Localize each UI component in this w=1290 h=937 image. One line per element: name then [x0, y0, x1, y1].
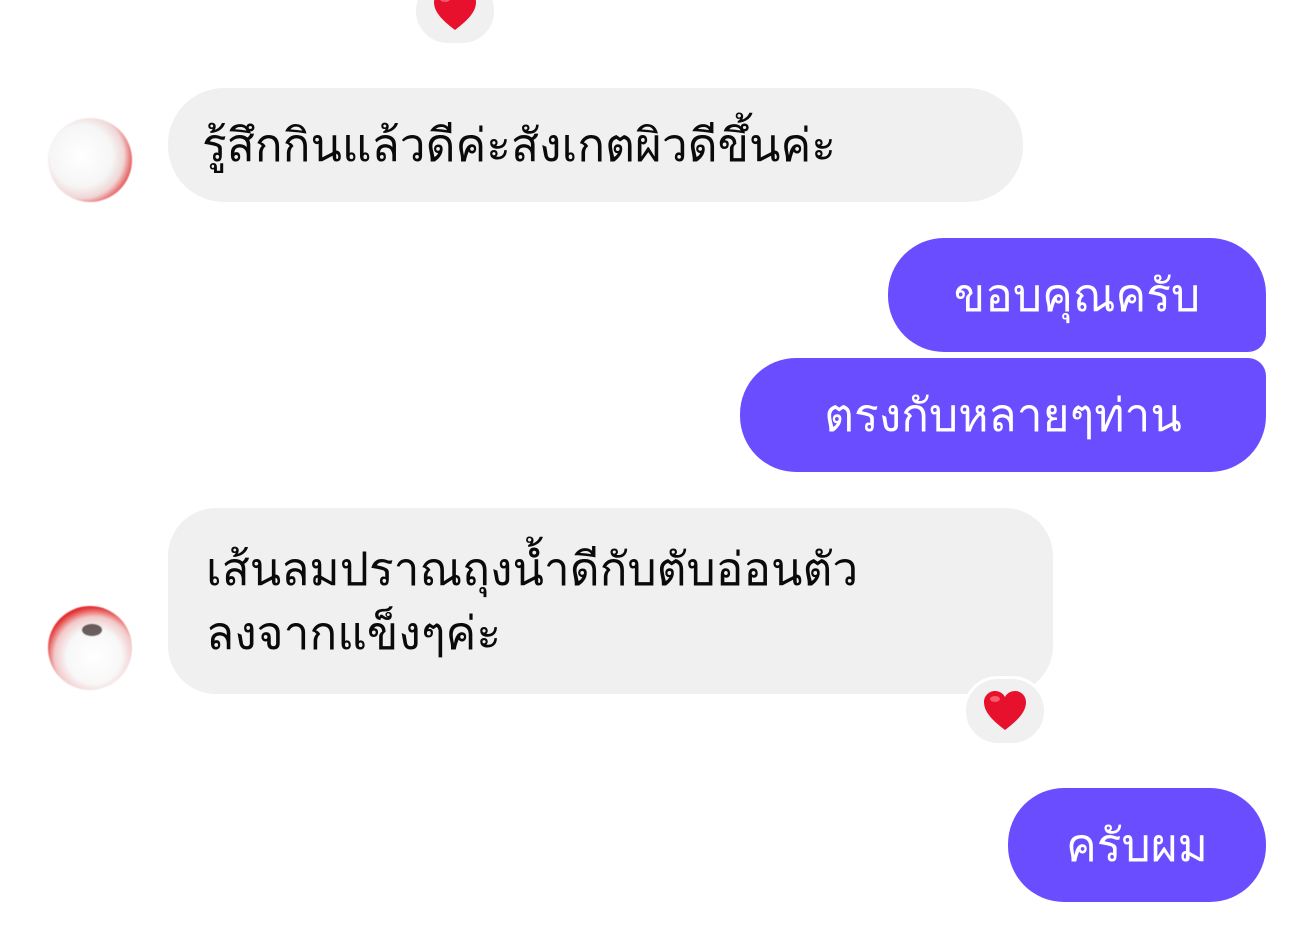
message-text: รู้สึกกินแล้วดีค่ะสังเกตผิวดีขึ้นค่ะ	[202, 118, 836, 172]
message-text: ตรงกับหลายๆท่าน	[824, 388, 1182, 442]
heart-icon	[982, 690, 1028, 732]
sender-avatar[interactable]	[48, 118, 132, 202]
heart-icon	[432, 0, 478, 32]
message-text: ขอบคุณครับ	[953, 268, 1201, 322]
message-reaction[interactable]	[963, 676, 1047, 746]
incoming-message-bubble[interactable]: เส้นลมปราณถุงน้ำดีกับตับอ่อนตัว ลงจากแข็…	[168, 508, 1053, 694]
message-text-line: ลงจากแข็งๆค่ะ	[206, 606, 502, 660]
outgoing-message-bubble[interactable]: ตรงกับหลายๆท่าน	[740, 358, 1266, 472]
incoming-message-bubble[interactable]: รู้สึกกินแล้วดีค่ะสังเกตผิวดีขึ้นค่ะ	[168, 88, 1023, 202]
message-text-line: เส้นลมปราณถุงน้ำดีกับตับอ่อนตัว	[206, 542, 859, 596]
sender-avatar[interactable]	[48, 606, 132, 690]
outgoing-message-bubble[interactable]: ขอบคุณครับ	[888, 238, 1266, 352]
chat-thread: รู้สึกกินแล้วดีค่ะสังเกตผิวดีขึ้นค่ะ ขอบ…	[0, 0, 1290, 937]
outgoing-message-bubble[interactable]: ครับผม	[1008, 788, 1266, 902]
message-text: ครับผม	[1066, 818, 1208, 872]
reaction-top[interactable]	[413, 0, 497, 46]
